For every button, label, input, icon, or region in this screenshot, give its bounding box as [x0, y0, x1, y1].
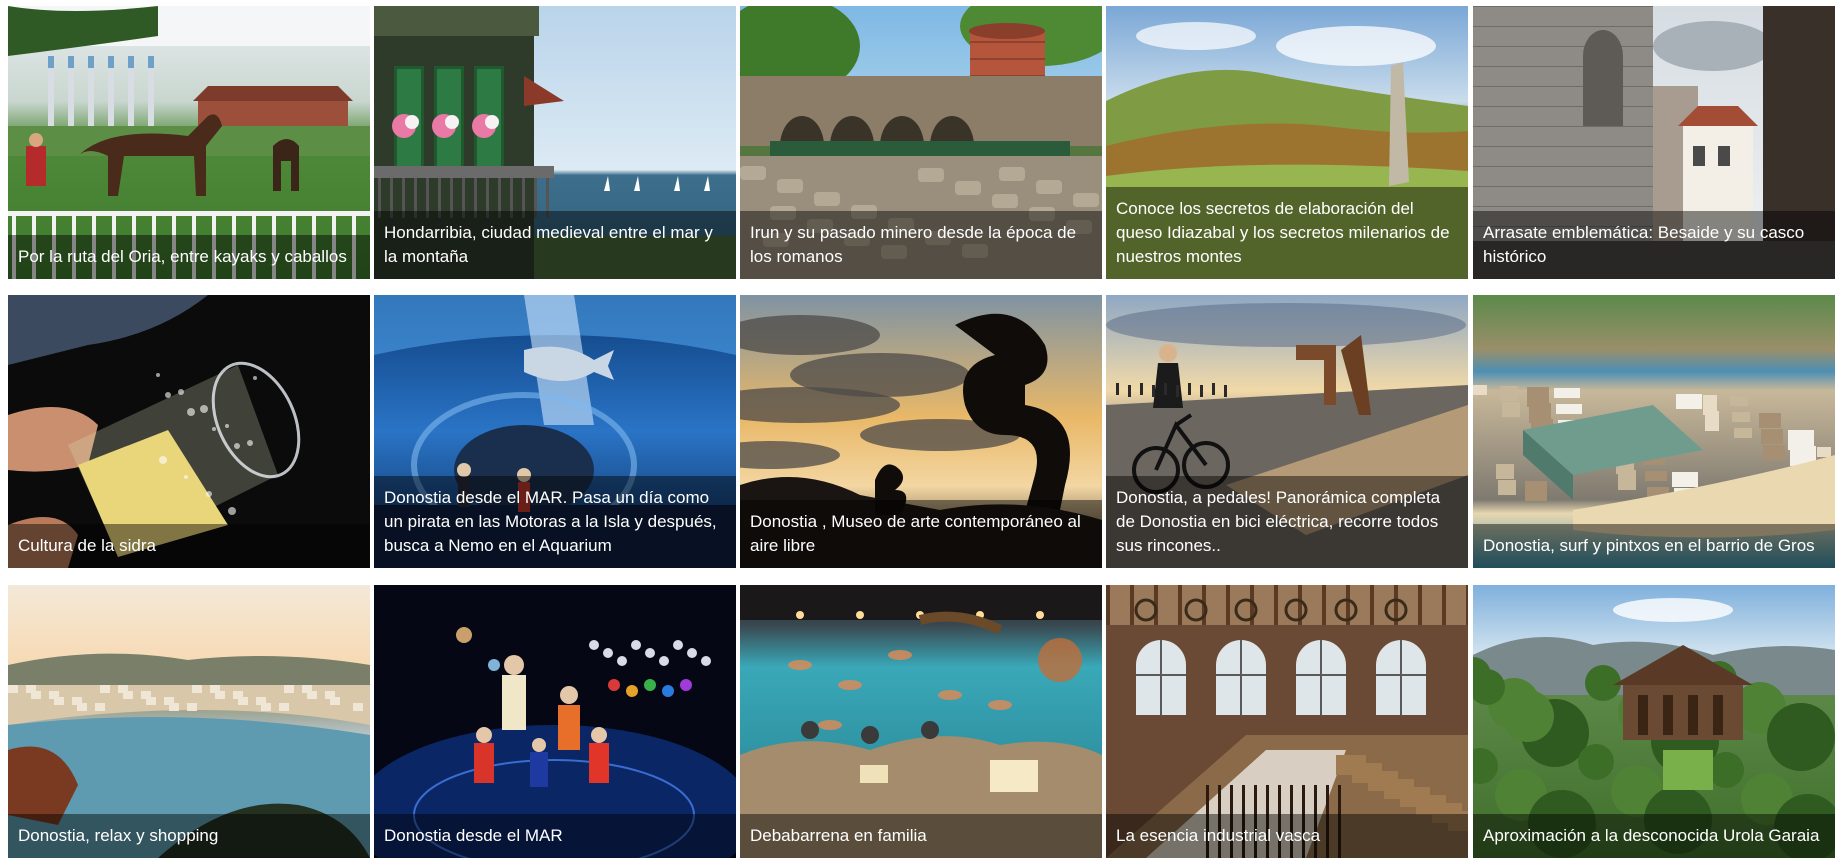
experience-grid: Por la ruta del Oria, entre kayaks y cab…	[0, 0, 1837, 862]
experience-title: Irun y su pasado minero desde la época d…	[740, 211, 1102, 279]
experience-card[interactable]: Irun y su pasado minero desde la época d…	[740, 6, 1102, 279]
experience-card[interactable]: Arrasate emblemática: Besaide y su casco…	[1473, 6, 1835, 279]
experience-title: Hondarribia, ciudad medieval entre el ma…	[374, 211, 736, 279]
experience-card[interactable]: Donostia, relax y shopping	[8, 585, 370, 858]
experience-title: Donostia desde el MAR. Pasa un día como …	[374, 476, 736, 568]
experience-card[interactable]: Donostia desde el MAR. Pasa un día como …	[374, 295, 736, 568]
experience-title: Donostia, a pedales! Panorámica completa…	[1106, 476, 1468, 568]
experience-card[interactable]: Hondarribia, ciudad medieval entre el ma…	[374, 6, 736, 279]
experience-card[interactable]: Debabarrena en familia	[740, 585, 1102, 858]
experience-title: Aproximación a la desconocida Urola Gara…	[1473, 814, 1835, 858]
experience-title: Cultura de la sidra	[8, 524, 370, 568]
experience-title: Debabarrena en familia	[740, 814, 1102, 858]
experience-title: Donostia, relax y shopping	[8, 814, 370, 858]
experience-title: Por la ruta del Oria, entre kayaks y cab…	[8, 235, 370, 279]
experience-card[interactable]: Conoce los secretos de elaboración del q…	[1106, 6, 1468, 279]
experience-title: Conoce los secretos de elaboración del q…	[1106, 187, 1468, 279]
experience-title: Donostia desde el MAR	[374, 814, 736, 858]
experience-card[interactable]: Donostia, a pedales! Panorámica completa…	[1106, 295, 1468, 568]
experience-title: Donostia , Museo de arte contemporáneo a…	[740, 500, 1102, 568]
experience-card[interactable]: Cultura de la sidra	[8, 295, 370, 568]
experience-card[interactable]: Donostia, surf y pintxos en el barrio de…	[1473, 295, 1835, 568]
experience-title: La esencia industrial vasca	[1106, 814, 1468, 858]
experience-card[interactable]: Aproximación a la desconocida Urola Gara…	[1473, 585, 1835, 858]
experience-card[interactable]: Donostia , Museo de arte contemporáneo a…	[740, 295, 1102, 568]
experience-title: Arrasate emblemática: Besaide y su casco…	[1473, 211, 1835, 279]
experience-card[interactable]: Por la ruta del Oria, entre kayaks y cab…	[8, 6, 370, 279]
experience-title: Donostia, surf y pintxos en el barrio de…	[1473, 524, 1835, 568]
experience-card[interactable]: La esencia industrial vasca	[1106, 585, 1468, 858]
experience-card[interactable]: Donostia desde el MAR	[374, 585, 736, 858]
